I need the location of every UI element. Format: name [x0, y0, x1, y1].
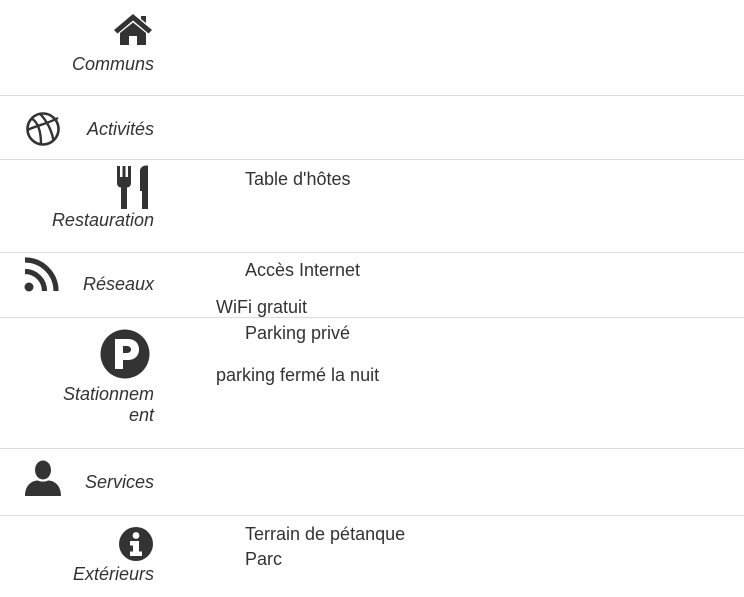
row-communs: Communs [0, 0, 744, 96]
row-stationnement: Stationnem ent Parking privé parking fer… [0, 318, 744, 449]
row-exterieurs: Extérieurs Terrain de pétanque Parc [0, 516, 744, 597]
list-item: Table d'hôtes [245, 169, 351, 189]
parking-icon [96, 329, 154, 379]
info-icon [118, 526, 154, 562]
row-activites: Activités [0, 96, 744, 160]
list-item-detail: parking fermé la nuit [216, 365, 380, 385]
list-item: Accès Internet [245, 260, 361, 280]
category-label-line: ent [128, 405, 154, 425]
row-reseaux: Réseaux Accès Internet WiFi gratuit [0, 253, 744, 317]
amenities-page: Communs Activités Restauration Table d'h… [0, 0, 744, 597]
category-label-services: Services [84, 472, 154, 492]
category-label-activites: Activités [86, 119, 154, 139]
category-label-stationnement: Stationnem ent [0, 384, 154, 426]
category-label-exterieurs: Extérieurs [72, 564, 154, 584]
row-services: Services [0, 449, 744, 516]
category-label-reseaux: Réseaux [82, 274, 154, 294]
list-item: Terrain de pétanque [245, 524, 406, 544]
list-item: Parking privé [245, 323, 351, 343]
category-label-communs: Communs [71, 54, 154, 74]
fork-knife-icon [116, 165, 154, 209]
list-item: Parc [245, 549, 283, 569]
row-restauration: Restauration Table d'hôtes [0, 160, 744, 253]
category-label-line: Stationnem [62, 384, 154, 404]
category-label-restauration: Restauration [51, 210, 154, 230]
home-icon [112, 12, 154, 46]
list-item-detail: WiFi gratuit [216, 297, 308, 317]
